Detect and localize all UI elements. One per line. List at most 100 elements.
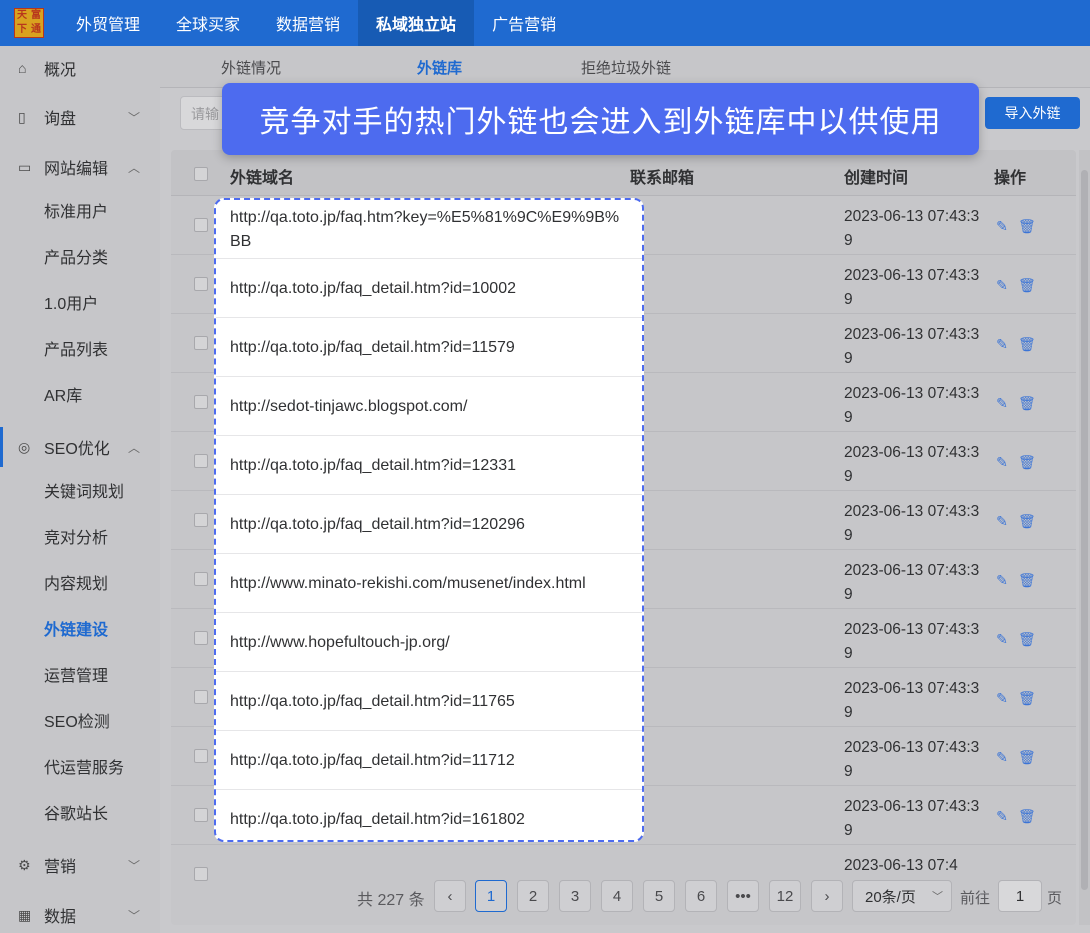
- sidebar-item-seo-check[interactable]: SEO检测: [44, 705, 110, 735]
- row-checkbox[interactable]: [194, 395, 208, 409]
- trash-icon[interactable]: 🗑: [1018, 749, 1036, 765]
- sidebar-item-standard-user[interactable]: 标准用户: [44, 195, 108, 225]
- tab-backlink-library[interactable]: 外链库: [417, 57, 462, 78]
- backlink-url[interactable]: http://qa.toto.jp/faq_detail.htm?id=1202…: [230, 495, 628, 554]
- sidebar-item-v1-user[interactable]: 1.0用户: [44, 287, 98, 317]
- page-size-select[interactable]: 20条/页 ﹀: [852, 880, 952, 912]
- edit-icon[interactable]: ✎: [994, 808, 1010, 824]
- row-checkbox[interactable]: [194, 749, 208, 763]
- tab-backlink-overview[interactable]: 外链情况: [221, 57, 281, 78]
- edit-icon[interactable]: ✎: [994, 454, 1010, 470]
- trash-icon[interactable]: 🗑: [1018, 690, 1036, 706]
- backlink-url[interactable]: http://qa.toto.jp/faq_detail.htm?id=1000…: [230, 259, 628, 318]
- row-actions: ✎ 🗑: [994, 218, 1036, 234]
- page-button[interactable]: 4: [601, 880, 633, 912]
- page-size-value: 20条/页: [865, 888, 916, 906]
- sidebar-item-ar-library[interactable]: AR库: [44, 379, 82, 409]
- backlink-url[interactable]: http://qa.toto.jp/faq_detail.htm?id=1157…: [230, 318, 628, 377]
- more-pages-button[interactable]: •••: [727, 880, 759, 912]
- sidebar-item-keyword-plan[interactable]: 关键词规划: [44, 475, 124, 505]
- sidebar-item-operations[interactable]: 运营管理: [44, 659, 108, 689]
- edit-icon[interactable]: ✎: [994, 749, 1010, 765]
- edit-icon[interactable]: ✎: [994, 277, 1010, 293]
- list-item: http://www.minato-rekishi.com/musenet/in…: [216, 554, 642, 613]
- page-button[interactable]: 3: [559, 880, 591, 912]
- edit-icon[interactable]: ✎: [994, 513, 1010, 529]
- tab-bar: 外链情况 外链库 拒绝垃圾外链: [160, 46, 1090, 88]
- edit-icon[interactable]: ✎: [994, 218, 1010, 234]
- nav-global-buyers[interactable]: 全球买家: [158, 0, 258, 46]
- goto-page-input[interactable]: 1: [998, 880, 1042, 912]
- prev-page-button[interactable]: ‹: [434, 880, 466, 912]
- backlink-url[interactable]: http://qa.toto.jp/faq_detail.htm?id=1176…: [230, 672, 628, 731]
- row-actions: ✎ 🗑: [994, 631, 1036, 647]
- sidebar-item-product-list[interactable]: 产品列表: [44, 333, 108, 363]
- nav-private-site[interactable]: 私域独立站: [358, 0, 475, 46]
- sidebar-group-seo[interactable]: ◎ SEO优化 ︿: [0, 427, 160, 467]
- chevron-down-icon: ﹀: [127, 858, 140, 873]
- sidebar-item-backlink-build[interactable]: 外链建设: [44, 613, 108, 643]
- backlink-url[interactable]: http://qa.toto.jp/faq_detail.htm?id=1233…: [230, 436, 628, 495]
- page-button[interactable]: 1: [475, 880, 507, 912]
- trash-icon[interactable]: 🗑: [1018, 808, 1036, 824]
- column-header-email[interactable]: 联系邮箱: [630, 164, 694, 188]
- import-backlinks-button[interactable]: 导入外链: [985, 97, 1080, 129]
- nav-data-marketing[interactable]: 数据营销: [258, 0, 358, 46]
- sidebar-item-competitor-analysis[interactable]: 竞对分析: [44, 521, 108, 551]
- sidebar-item-product-category[interactable]: 产品分类: [44, 241, 108, 271]
- backlink-url[interactable]: http://www.hopefultouch-jp.org/: [230, 613, 628, 672]
- page-button[interactable]: 12: [769, 880, 801, 912]
- tab-reject-spam[interactable]: 拒绝垃圾外链: [581, 57, 671, 78]
- trash-icon[interactable]: 🗑: [1018, 336, 1036, 352]
- trash-icon[interactable]: 🗑: [1018, 454, 1036, 470]
- row-checkbox[interactable]: [194, 631, 208, 645]
- scrollbar-thumb[interactable]: [1081, 170, 1088, 890]
- backlink-url[interactable]: http://www.minato-rekishi.com/musenet/in…: [230, 554, 628, 613]
- backlink-url[interactable]: http://qa.toto.jp/faq_detail.htm?id=1618…: [230, 790, 628, 840]
- trash-icon[interactable]: 🗑: [1018, 218, 1036, 234]
- brand-logo[interactable]: 天 富 下 通: [14, 8, 44, 38]
- row-checkbox[interactable]: [194, 454, 208, 468]
- sidebar-group-data[interactable]: ▦ 数据 ﹀: [0, 895, 160, 933]
- trash-icon[interactable]: 🗑: [1018, 277, 1036, 293]
- sidebar-group-inquiry[interactable]: ▯ 询盘 ﹀: [0, 97, 160, 137]
- trash-icon[interactable]: 🗑: [1018, 395, 1036, 411]
- edit-icon[interactable]: ✎: [994, 631, 1010, 647]
- row-created-time: 2023-06-13 07:43:39: [844, 503, 980, 544]
- edit-icon[interactable]: ✎: [994, 336, 1010, 352]
- row-checkbox[interactable]: [194, 218, 208, 232]
- row-checkbox[interactable]: [194, 690, 208, 704]
- vertical-scrollbar[interactable]: [1079, 150, 1090, 925]
- nav-ad-marketing[interactable]: 广告营销: [474, 0, 574, 46]
- sidebar-group-website-edit[interactable]: ▭ 网站编辑 ︿: [0, 147, 160, 187]
- sidebar-item-content-plan[interactable]: 内容规划: [44, 567, 108, 597]
- trash-icon[interactable]: 🗑: [1018, 572, 1036, 588]
- sidebar-item-google-webmaster[interactable]: 谷歌站长: [44, 797, 108, 827]
- trash-icon[interactable]: 🗑: [1018, 513, 1036, 529]
- select-all-checkbox[interactable]: [194, 167, 208, 181]
- sidebar-item-managed-service[interactable]: 代运营服务: [44, 751, 124, 781]
- row-checkbox[interactable]: [194, 277, 208, 291]
- sidebar-group-marketing[interactable]: ⚙ 营销 ﹀: [0, 845, 160, 885]
- edit-icon[interactable]: ✎: [994, 572, 1010, 588]
- edit-icon[interactable]: ✎: [994, 395, 1010, 411]
- row-checkbox[interactable]: [194, 336, 208, 350]
- trash-icon[interactable]: 🗑: [1018, 631, 1036, 647]
- row-checkbox[interactable]: [194, 513, 208, 527]
- page-button[interactable]: 5: [643, 880, 675, 912]
- backlink-url[interactable]: http://qa.toto.jp/faq.htm?key=%E5%81%9C%…: [230, 200, 628, 259]
- nav-foreign-trade[interactable]: 外贸管理: [58, 0, 158, 46]
- row-checkbox[interactable]: [194, 572, 208, 586]
- row-checkbox[interactable]: [194, 808, 208, 822]
- row-actions: ✎ 🗑: [994, 690, 1036, 706]
- backlink-url[interactable]: http://sedot-tinjawc.blogspot.com/: [230, 377, 628, 436]
- backlink-url[interactable]: http://qa.toto.jp/faq_detail.htm?id=1171…: [230, 731, 628, 790]
- sidebar-group-overview[interactable]: ⌂ 概况: [0, 48, 160, 88]
- page-button[interactable]: 6: [685, 880, 717, 912]
- edit-icon[interactable]: ✎: [994, 690, 1010, 706]
- page-button[interactable]: 2: [517, 880, 549, 912]
- column-header-domain[interactable]: 外链域名: [230, 164, 294, 188]
- column-header-created[interactable]: 创建时间: [844, 164, 908, 188]
- next-page-button[interactable]: ›: [811, 880, 843, 912]
- row-created-time: 2023-06-13 07:43:39: [844, 267, 980, 308]
